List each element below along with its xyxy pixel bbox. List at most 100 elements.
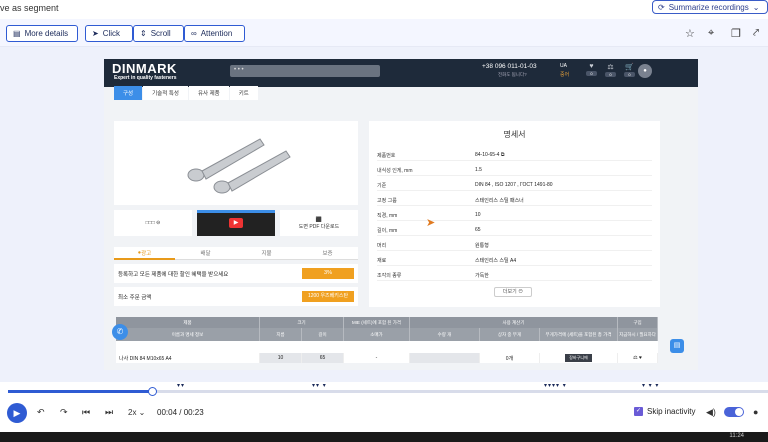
phone-subtext: 전화도 됩니다? [498, 72, 527, 77]
spec-value: 84-10-65-4 ⧉ [475, 152, 505, 158]
attention-label: Attention [200, 29, 233, 38]
spec-row: 재료 스테인리스 스틸 A4 [377, 254, 652, 266]
site-logo[interactable]: DINMARK [112, 61, 177, 76]
youtube-play-icon: ▶ [229, 218, 243, 228]
clock: 11:24 [729, 433, 744, 439]
spec-value: DIN 84 , ISO 1207 , ГОСТ 1491-80 [475, 182, 553, 188]
copy-icon[interactable]: ❐ [731, 27, 741, 40]
spec-row: 직경, mm 10 [377, 209, 652, 221]
heart-icon[interactable]: ♥ 0 [586, 63, 597, 77]
mouse-cursor-icon: ➤ [426, 217, 436, 229]
recorded-website: DINMARK Expert in quality fasteners • • … [104, 59, 698, 370]
thumb-gallery[interactable]: □□□ ⊖ [114, 210, 192, 236]
discount-badge: 3% [302, 268, 354, 279]
pdf-label: 도면 PDF 다운로드 [298, 223, 340, 230]
spec-value: 스테인리스 스틸 A4 [475, 258, 517, 264]
spec-key: 내식성 인게, mm [377, 168, 413, 174]
spec-title: 명세서 [503, 130, 526, 139]
min-order-badge: 1200 우즈베키스탄 [302, 291, 354, 302]
scroll-icon: ⇕ [140, 29, 147, 38]
attention-button[interactable]: ∞ Attention [184, 25, 245, 42]
spec-value: 원통형 [475, 243, 489, 249]
timeline-track[interactable] [8, 390, 768, 393]
tag-icon[interactable]: ⌖ [708, 27, 714, 40]
scroll-button[interactable]: ⇕ Scroll [133, 25, 184, 42]
info-tab-delivery[interactable]: 배달 [175, 247, 236, 260]
chevron-down-icon: ⌄ [752, 2, 760, 12]
os-taskbar: 11:24 [0, 432, 768, 442]
next-icon[interactable]: ⏭ [105, 407, 113, 418]
cart-icon[interactable]: 🛒 0 [624, 63, 635, 77]
event-markers: ▾▾ ▾▾ ▾ ▾▾▾▾ ▾ ▾ ▾ ▾ [0, 382, 768, 390]
spec-key: 머리 [377, 243, 387, 249]
star-icon[interactable]: ☆ [685, 27, 695, 40]
tab-similar[interactable]: 유사 제품 [188, 86, 229, 100]
spec-key: 조각의 종류 [377, 273, 402, 279]
logo-tagline: Expert in quality fasteners [114, 75, 177, 81]
quantity-input[interactable] [410, 353, 480, 363]
compare-icon[interactable]: ⚖ 0 [605, 63, 616, 77]
speed-select[interactable]: 2x ⌄ [128, 408, 145, 417]
details-icon: ▤ [13, 29, 21, 38]
click-button[interactable]: ➤ Click [85, 25, 133, 42]
spec-value: 가득한 [475, 273, 489, 279]
rewind-icon[interactable]: ↶ [37, 407, 45, 418]
play-button[interactable]: ▶ [7, 403, 27, 423]
media-thumbnails: □□□ ⊖ ▶ ⬛ 도면 PDF 다운로드 [114, 210, 358, 236]
click-label: Click [102, 29, 121, 38]
product-tabs: 구성 기술적 특성 유사 제품 키트 [114, 86, 258, 101]
info-circle-icon[interactable]: ● [753, 407, 758, 417]
price-table: 제품 크기 MIE (세트)에 포함 된 가격 사용 계산기 구입 이름과 명세… [116, 317, 658, 363]
spec-key: 직경, mm [377, 213, 398, 219]
spec-value: 10 [475, 212, 481, 218]
more-details-button[interactable]: ▤ More details [6, 25, 78, 42]
spec-key: 기준 [377, 183, 387, 189]
info-tab-ads[interactable]: ● 광고 [114, 247, 175, 260]
spec-row: 고정 그룹 스테인리스 스틸 패스너 [377, 194, 652, 206]
timeline-scrubber[interactable] [148, 387, 157, 396]
min-order-label: 최소 주문 금액 [118, 295, 152, 301]
previous-icon[interactable]: ⏮ [82, 407, 90, 418]
segment-title: ve as segment [0, 3, 59, 13]
summarize-recordings-button[interactable]: ⟳ Summarize recordings ⌄ [652, 0, 768, 14]
header-icons: ♥ 0 ⚖ 0 🛒 0 [586, 63, 635, 77]
bolt-image [187, 138, 291, 194]
info-tab-payment[interactable]: 지불 [236, 247, 297, 260]
info-tab-warranty[interactable]: 보증 [297, 247, 358, 260]
video-thumb[interactable]: ▶ [197, 210, 275, 236]
spec-value: 1.5 [475, 167, 482, 173]
share-icon[interactable]: ⤤ [753, 27, 759, 40]
tab-kit[interactable]: 키트 [229, 86, 258, 100]
site-search-input[interactable]: • • • [230, 65, 380, 77]
phone-number[interactable]: +38 096 011-01-03 [482, 63, 537, 70]
tab-composition[interactable]: 구성 [114, 86, 143, 100]
more-button[interactable]: 더보기 ⊖ [494, 287, 532, 297]
product-image [114, 121, 358, 205]
spec-key: 길이, mm [377, 228, 398, 234]
min-order-row: 최소 주문 금액 1200 우즈베키스탄 [114, 287, 358, 306]
volume-icon[interactable]: ◀) [706, 407, 716, 418]
spec-row: 조각의 종류 가득한 [377, 269, 652, 281]
row-action-icons[interactable]: ⚖ ♥ [633, 355, 642, 361]
language-current[interactable]: UA [560, 63, 567, 69]
cursor-icon: ➤ [92, 29, 99, 38]
chat-fab-icon[interactable]: ▤ [670, 339, 684, 353]
pdf-download[interactable]: ⬛ 도면 PDF 다운로드 [280, 210, 358, 236]
player-controls: ▶ ↶ ↷ ⏮ ⏭ 2x ⌄ 00:04 / 00:23 ✓ Skip inac… [0, 396, 768, 432]
skip-inactivity-toggle[interactable]: ✓ Skip inactivity [634, 407, 695, 416]
spec-value: 스테인리스 스틸 패스너 [475, 198, 524, 204]
spec-value: 65 [475, 227, 481, 233]
table-subheader: 이름과 명세 정보 지름 길이 소매가 수량 개 상자 중 무게 무게가격에 (… [116, 328, 658, 341]
promo-row: 등록하고 모든 제품에 대한 할인 혜택을 받으세요 3% [114, 264, 358, 283]
autoplay-toggle[interactable] [724, 407, 744, 417]
spec-row: 제품번호 84-10-65-4 ⧉ [377, 149, 652, 161]
phone-fab-icon[interactable]: ✆ [112, 324, 128, 340]
forward-icon[interactable]: ↷ [60, 407, 68, 418]
tab-technical[interactable]: 기술적 특성 [143, 86, 188, 100]
language-alt[interactable]: 중어 [560, 71, 569, 78]
info-tabs: ● 광고 배달 지불 보증 [114, 247, 358, 260]
site-header: DINMARK Expert in quality fasteners • • … [104, 59, 698, 87]
checkbox-checked-icon[interactable]: ✓ [634, 407, 643, 416]
add-to-cart-button[interactable]: 장바구니에 [565, 354, 592, 362]
user-avatar[interactable]: ● [638, 64, 652, 78]
